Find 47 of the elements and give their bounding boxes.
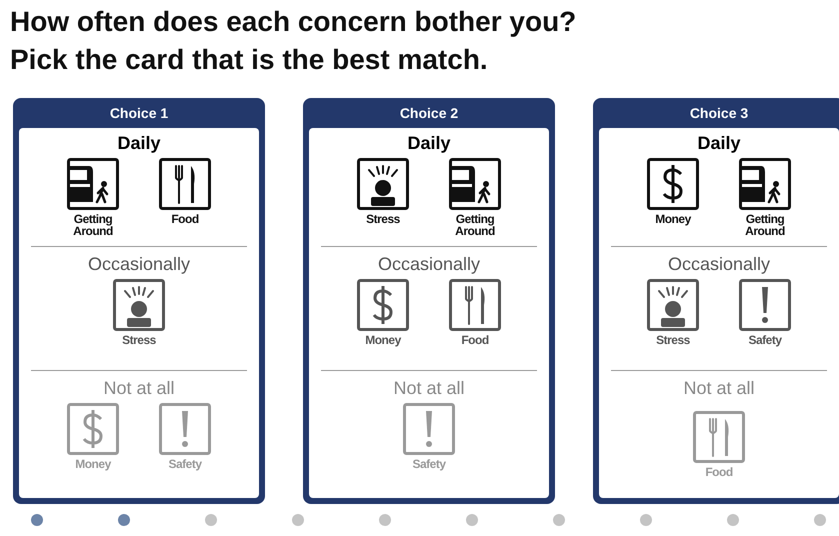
- dollar-sign-icon: [647, 158, 699, 210]
- concern-label: Safety: [412, 458, 446, 470]
- card-title: Choice 3: [688, 104, 750, 122]
- choice-card[interactable]: Choice 1 Daily Getting Around Food Occasionally Stress Not at all Money Safety: [13, 98, 265, 504]
- frequency-label: Daily: [117, 132, 161, 154]
- choice-card[interactable]: Choice 2 Daily Stress Getting Around Occasionally Money Food Not at all Safety: [303, 98, 555, 504]
- frequency-label: Not at all: [683, 377, 755, 399]
- frequency-label: Occasionally: [668, 253, 770, 275]
- concern-label: Safety: [168, 458, 202, 470]
- concern-label: Stress: [656, 334, 690, 346]
- concern-label: Getting Around: [744, 213, 786, 237]
- concern-label: Money: [655, 213, 691, 225]
- exclamation-icon: [739, 279, 791, 331]
- concern-label: Money: [365, 334, 401, 346]
- dollar-sign-icon: [67, 403, 119, 455]
- concern-label: Safety: [748, 334, 782, 346]
- fork-and-knife-icon: [693, 411, 745, 463]
- exclamation-icon: [159, 403, 211, 455]
- frequency-label: Occasionally: [378, 253, 480, 275]
- fork-and-knife-icon: [159, 158, 211, 210]
- question-heading: Pick the card that is the best match.: [10, 43, 489, 77]
- bus-and-walker-icon: [739, 158, 791, 210]
- card-title: Choice 1: [108, 104, 170, 122]
- alarm-light-icon: [647, 279, 699, 331]
- concern-label: Getting Around: [454, 213, 496, 237]
- question-heading: How often does each concern bother you?: [10, 5, 578, 39]
- frequency-label: Not at all: [103, 377, 175, 399]
- card-title: Choice 2: [398, 104, 460, 122]
- concern-label: Stress: [122, 334, 156, 346]
- alarm-light-icon: [113, 279, 165, 331]
- concern-label: Getting Around: [72, 213, 114, 237]
- concern-label: Food: [171, 213, 199, 225]
- alarm-light-icon: [357, 158, 409, 210]
- concern-label: Money: [75, 458, 111, 470]
- bus-and-walker-icon: [67, 158, 119, 210]
- fork-and-knife-icon: [449, 279, 501, 331]
- exclamation-icon: [403, 403, 455, 455]
- dollar-sign-icon: [357, 279, 409, 331]
- concern-label: Stress: [366, 213, 400, 225]
- concern-label: Food: [461, 334, 489, 346]
- frequency-label: Daily: [407, 132, 451, 154]
- choice-card[interactable]: Choice 3 Daily Money Getting Around Occasionally Stress Safety Not at all Food: [593, 98, 839, 504]
- bus-and-walker-icon: [449, 158, 501, 210]
- frequency-label: Not at all: [393, 377, 465, 399]
- frequency-label: Daily: [697, 132, 741, 154]
- frequency-label: Occasionally: [88, 253, 190, 275]
- concern-label: Food: [705, 466, 733, 478]
